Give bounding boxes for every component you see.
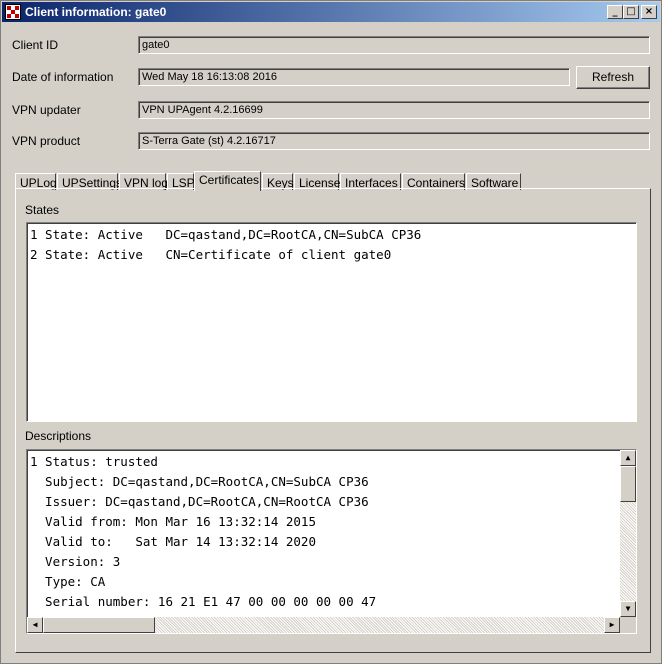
- certificates-panel: States 1 State: Active DC=qastand,DC=Roo…: [15, 188, 651, 653]
- minimize-button[interactable]: _: [607, 5, 623, 19]
- client-id-field[interactable]: gate0: [138, 36, 650, 54]
- descriptions-line: Valid to: Sat Mar 14 13:32:14 2020: [30, 534, 316, 549]
- date-field[interactable]: Wed May 18 16:13:08 2016: [138, 68, 570, 86]
- descriptions-line: 1 Status: trusted: [30, 454, 158, 469]
- title-bar[interactable]: Client information: gate0 _ □ ×: [2, 2, 660, 22]
- client-id-label: Client ID: [12, 38, 59, 52]
- descriptions-line: Subject: DC=qastand,DC=RootCA,CN=SubCA C…: [30, 474, 369, 489]
- vertical-scroll-thumb[interactable]: [620, 466, 636, 502]
- client-info-window: Client information: gate0 _ □ × Client I…: [0, 0, 662, 664]
- descriptions-textbox[interactable]: 1 Status: trusted Subject: DC=qastand,DC…: [26, 449, 637, 634]
- descriptions-line: Serial number: 16 21 E1 47 00 00 00 00 0…: [30, 594, 377, 609]
- close-button[interactable]: ×: [641, 5, 657, 19]
- scroll-corner: [620, 617, 636, 633]
- states-textbox[interactable]: 1 State: Active DC=qastand,DC=RootCA,CN=…: [26, 222, 637, 422]
- app-icon: [5, 4, 21, 20]
- scroll-left-arrow-icon[interactable]: ◀: [27, 617, 43, 633]
- refresh-button[interactable]: Refresh: [576, 66, 650, 89]
- states-line: 2 State: Active CN=Certificate of client…: [30, 247, 392, 262]
- states-line: 1 State: Active DC=qastand,DC=RootCA,CN=…: [30, 227, 422, 242]
- scroll-down-arrow-icon[interactable]: ▼: [620, 601, 636, 617]
- tab-certificates[interactable]: Certificates: [194, 171, 261, 191]
- maximize-button[interactable]: □: [623, 5, 639, 19]
- descriptions-line: Type: CA: [30, 574, 106, 589]
- vpn-updater-field[interactable]: VPN UPAgent 4.2.16699: [138, 101, 650, 119]
- descriptions-line: Version: 3: [30, 554, 121, 569]
- vpn-product-field[interactable]: S-Terra Gate (st) 4.2.16717: [138, 132, 650, 150]
- vpn-product-label: VPN product: [12, 134, 81, 148]
- vpn-updater-label: VPN updater: [12, 103, 81, 117]
- window-title: Client information: gate0: [25, 5, 167, 19]
- horizontal-scrollbar[interactable]: ◀ ▶: [27, 617, 620, 633]
- descriptions-label: Descriptions: [25, 429, 92, 443]
- states-label: States: [25, 203, 60, 217]
- descriptions-line: Valid from: Mon Mar 16 13:32:14 2015: [30, 514, 316, 529]
- vertical-scrollbar[interactable]: ▲ ▼: [620, 450, 636, 617]
- scroll-up-arrow-icon[interactable]: ▲: [620, 450, 636, 466]
- descriptions-line: Issuer: DC=qastand,DC=RootCA,CN=RootCA C…: [30, 494, 369, 509]
- date-label: Date of information: [12, 70, 114, 84]
- scroll-right-arrow-icon[interactable]: ▶: [604, 617, 620, 633]
- horizontal-scroll-thumb[interactable]: [43, 617, 155, 633]
